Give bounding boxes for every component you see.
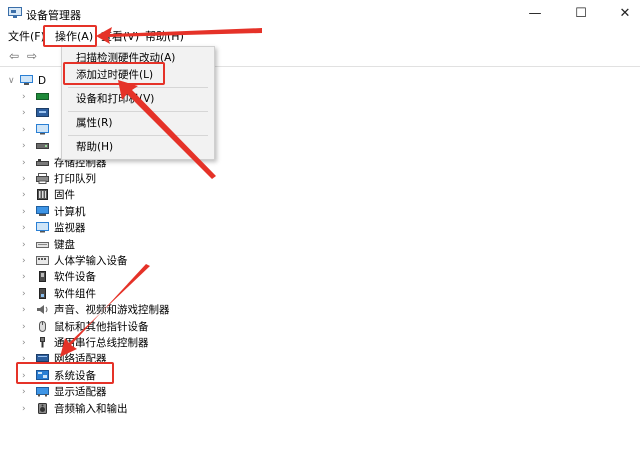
minimize-button[interactable]: — — [520, 4, 550, 24]
tree-item-label: 声音、视频和游戏控制器 — [54, 304, 170, 317]
close-button[interactable]: ✕ — [610, 4, 640, 24]
computer-icon — [36, 205, 49, 216]
monitor-icon — [36, 222, 49, 233]
menu-devices-and-printers[interactable]: 设备和打印机(V) — [76, 91, 154, 107]
sound-icon — [37, 305, 48, 315]
status-bar — [0, 454, 640, 464]
menu-properties[interactable]: 属性(R) — [76, 115, 113, 131]
highlight-system-devices — [16, 362, 114, 384]
keyboard-icon — [36, 241, 49, 248]
chevron-right-icon[interactable]: › — [22, 106, 32, 120]
chevron-right-icon[interactable]: › — [22, 254, 32, 268]
chevron-right-icon[interactable]: › — [22, 270, 32, 284]
tree-item[interactable]: › 键盘 — [22, 237, 342, 253]
disk-icon — [36, 143, 49, 150]
chevron-right-icon[interactable]: › — [22, 221, 32, 235]
back-arrow-icon[interactable]: ⇦ — [6, 49, 22, 63]
tree-item-label: 键盘 — [54, 238, 75, 251]
window-title: 设备管理器 — [26, 9, 81, 22]
tree-item[interactable]: › 鼠标和其他指针设备 — [22, 319, 342, 335]
network-icon — [36, 108, 49, 118]
tree-item-label: 固件 — [54, 189, 75, 202]
chevron-right-icon[interactable]: › — [22, 205, 32, 219]
chevron-right-icon[interactable]: › — [22, 287, 32, 301]
tree-item[interactable]: › 软件设备 — [22, 269, 342, 285]
software-component-icon — [39, 287, 46, 299]
tree-item[interactable]: › 显示适配器 — [22, 384, 342, 400]
highlight-menu-action — [43, 25, 97, 47]
hid-icon — [36, 256, 49, 265]
tree-item-label: 软件设备 — [54, 271, 96, 284]
chevron-right-icon[interactable]: › — [22, 238, 32, 252]
menu-help[interactable]: 帮助(H) — [145, 30, 184, 44]
root-label: D — [38, 75, 47, 87]
chevron-right-icon[interactable]: › — [22, 139, 32, 153]
menu-separator — [68, 87, 208, 88]
tree-item-label: 通用串行总线控制器 — [54, 337, 149, 349]
chevron-right-icon[interactable]: › — [22, 172, 32, 186]
tree-item[interactable]: › 计算机 — [22, 204, 342, 220]
tree-item[interactable]: › 声音、视频和游戏控制器 — [22, 302, 342, 318]
tree-item-label: 音频输入和输出 — [54, 402, 128, 415]
display-adapter-icon — [36, 387, 49, 397]
tree-item[interactable]: › 打印队列 — [22, 171, 342, 187]
tree-item-label: 软件组件 — [54, 287, 96, 300]
device-manager-icon — [8, 7, 22, 18]
chevron-right-icon[interactable]: › — [22, 303, 32, 317]
tree-root[interactable]: ∨ D — [0, 73, 46, 89]
chevron-right-icon[interactable]: › — [22, 402, 32, 416]
mouse-icon — [39, 320, 46, 332]
chevron-right-icon[interactable]: › — [22, 123, 32, 137]
menu-separator — [68, 135, 208, 136]
chevron-right-icon[interactable]: › — [22, 188, 32, 202]
storage-controller-icon — [36, 158, 49, 166]
tree-item[interactable]: › 软件组件 — [22, 286, 342, 302]
chevron-right-icon[interactable]: › — [22, 320, 32, 334]
print-queue-icon — [36, 173, 49, 184]
highlight-add-legacy-hardware — [63, 62, 165, 85]
audio-io-icon — [38, 402, 47, 414]
tree-item[interactable]: › 固件 — [22, 187, 342, 203]
tree-item-label: 打印队列 — [54, 173, 96, 185]
chevron-down-icon[interactable]: ∨ — [8, 74, 18, 88]
computer-icon — [20, 75, 33, 85]
firmware-icon — [37, 189, 48, 201]
tree-item[interactable]: › 音频输入和输出 — [22, 401, 342, 417]
tree-item-label: 计算机 — [54, 205, 86, 218]
chevron-right-icon[interactable]: › — [22, 336, 32, 350]
tree-item-label: 鼠标和其他指针设备 — [54, 320, 149, 333]
chevron-right-icon[interactable]: › — [22, 156, 32, 170]
tree-item-label: 人体学输入设备 — [54, 255, 128, 267]
maximize-button[interactable]: ☐ — [566, 4, 596, 24]
software-device-icon — [39, 271, 46, 283]
menu-file[interactable]: 文件(F) — [8, 30, 45, 44]
tree-item-label: 显示适配器 — [54, 386, 107, 399]
chevron-right-icon[interactable]: › — [22, 385, 32, 399]
ide-icon — [36, 93, 49, 100]
monitor-icon — [36, 123, 49, 135]
tree-item[interactable]: › 人体学输入设备 — [22, 253, 342, 269]
tree-item-label: 监视器 — [54, 222, 86, 235]
menu-view[interactable]: 查看(V) — [101, 30, 139, 44]
menu-help-item[interactable]: 帮助(H) — [76, 139, 113, 155]
device-manager-window: 设备管理器 — ☐ ✕ 文件(F) 操作(A) 查看(V) 帮助(H) ⇦ ⇨ … — [0, 0, 640, 464]
tree-item[interactable]: › 通用串行总线控制器 — [22, 335, 342, 351]
chevron-right-icon[interactable]: › — [22, 90, 32, 104]
menu-separator — [68, 111, 208, 112]
title-bar: 设备管理器 — ☐ ✕ — [0, 0, 640, 28]
usb-icon — [40, 337, 45, 348]
forward-arrow-icon[interactable]: ⇨ — [24, 49, 40, 63]
tree-item[interactable]: › 监视器 — [22, 220, 342, 236]
